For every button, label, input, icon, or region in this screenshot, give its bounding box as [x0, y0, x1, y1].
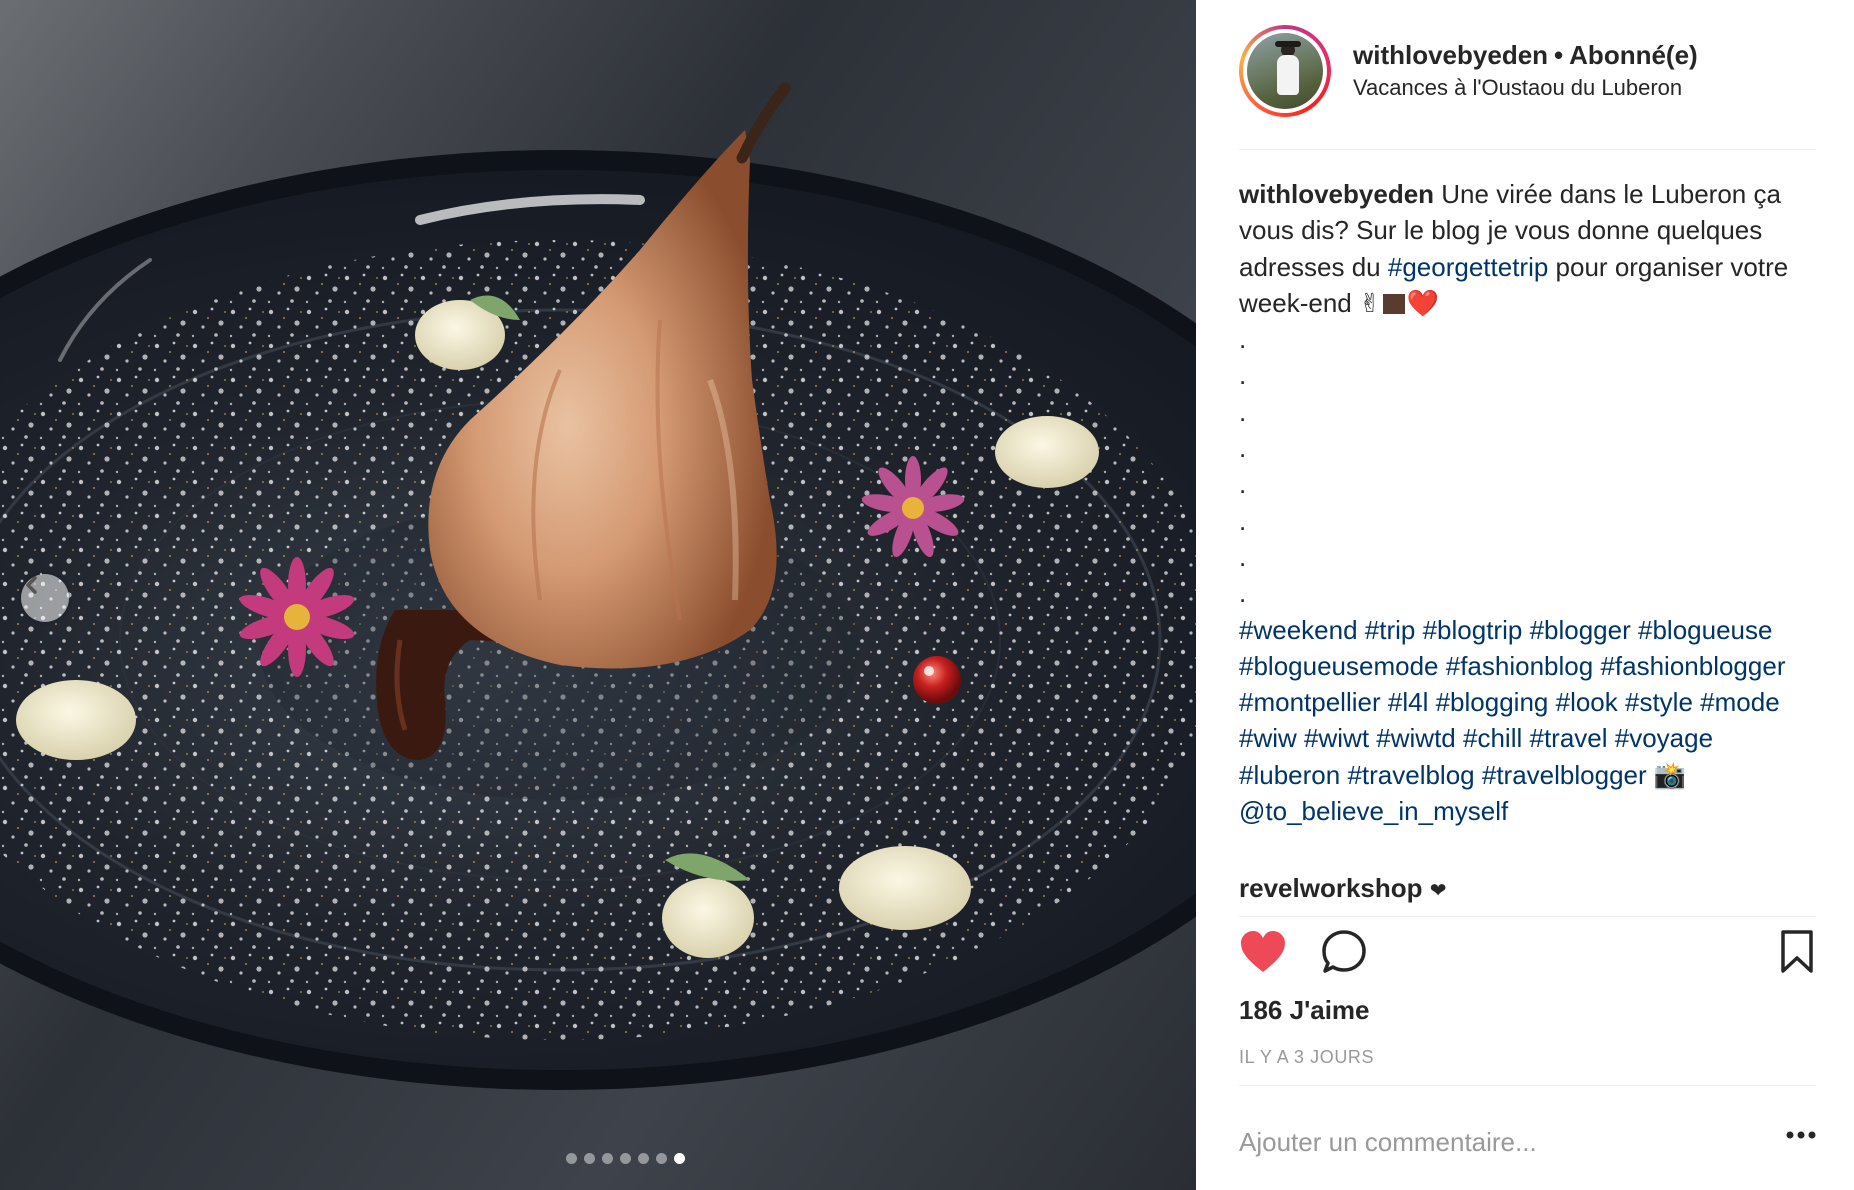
- hashtag-link[interactable]: #blogueuse: [1638, 615, 1772, 645]
- caption-dot-line: .: [1239, 396, 1247, 427]
- avatar: [1247, 32, 1323, 109]
- caption-dot-line: .: [1239, 578, 1247, 609]
- heart-filled-icon[interactable]: [1239, 929, 1287, 975]
- comment-item: revelworkshop ❤: [1239, 870, 1447, 909]
- separator-dot: •: [1554, 39, 1564, 70]
- footer-divider: [1239, 1085, 1816, 1086]
- header-divider: [1239, 149, 1816, 150]
- hashtag-link[interactable]: #wiw: [1239, 723, 1297, 753]
- carousel-indicator: [0, 1153, 1196, 1164]
- dessert-plate-image: [0, 82, 1196, 1090]
- hashtag-link[interactable]: #travel: [1529, 723, 1607, 753]
- camera-emoji-icon: 📸: [1653, 759, 1687, 790]
- comments-divider: [1239, 916, 1816, 917]
- caption-dot-line: .: [1239, 505, 1247, 536]
- caption-dot-line: .: [1239, 433, 1247, 464]
- hashtag-link[interactable]: #wiwtd: [1376, 723, 1455, 753]
- carousel-dot: [601, 1153, 613, 1164]
- carousel-dot: [565, 1153, 577, 1164]
- location-link[interactable]: Vacances à l'Oustaou du Luberon: [1353, 73, 1698, 103]
- comment-text: ❤: [1429, 880, 1447, 902]
- action-bar: [1239, 925, 1816, 981]
- caption-dots: ........: [1239, 321, 1819, 611]
- carousel-dot: [673, 1153, 685, 1164]
- hashtag-georgettetrip[interactable]: #georgettetrip: [1388, 252, 1548, 282]
- caption-dot-line: .: [1239, 541, 1247, 572]
- post-timestamp[interactable]: IL Y A 3 JOURS: [1239, 1044, 1374, 1070]
- author-username[interactable]: withlovebyeden: [1353, 40, 1548, 70]
- caption-dot-line: .: [1239, 324, 1247, 355]
- follow-status[interactable]: Abonné(e): [1569, 40, 1698, 70]
- heart-emoji: ❤️: [1406, 287, 1440, 318]
- hashtag-link[interactable]: #voyage: [1615, 723, 1713, 753]
- hashtag-link[interactable]: #travelblog: [1347, 760, 1474, 790]
- hashtag-list: #weekend #trip #blogtrip #blogger #blogu…: [1239, 615, 1785, 790]
- carousel-dot: [583, 1153, 595, 1164]
- hashtag-link[interactable]: #style: [1625, 687, 1693, 717]
- add-comment-form: [1239, 1122, 1816, 1162]
- previous-slide-button[interactable]: [21, 574, 69, 622]
- caption-dot-line: .: [1239, 360, 1247, 391]
- carousel-dot: [655, 1153, 667, 1164]
- ellipsis-icon[interactable]: [1786, 1130, 1816, 1140]
- hashtag-link[interactable]: #montpellier: [1239, 687, 1381, 717]
- post-header: withlovebyeden • Abonné(e) Vacances à l'Ou…: [1239, 23, 1816, 118]
- post-caption: withlovebyeden Une virée dans le Luberon…: [1239, 176, 1819, 829]
- hashtag-link[interactable]: #trip: [1365, 615, 1416, 645]
- hashtag-link[interactable]: #fashionblog: [1446, 651, 1593, 681]
- chocolate-emoji-icon: [1382, 293, 1405, 314]
- hashtag-link[interactable]: #blogueusemode: [1239, 651, 1439, 681]
- caption-username[interactable]: withlovebyeden: [1239, 179, 1434, 209]
- hashtag-link[interactable]: #blogging: [1436, 687, 1549, 717]
- post-details-panel: withlovebyeden • Abonné(e) Vacances à l'Ou…: [1196, 0, 1854, 1190]
- hashtag-link[interactable]: #fashionblogger: [1600, 651, 1785, 681]
- caption-dot-line: .: [1239, 469, 1247, 500]
- hashtag-link[interactable]: #look: [1556, 687, 1618, 717]
- carousel-dot: [637, 1153, 649, 1164]
- instagram-post: withlovebyeden • Abonné(e) Vacances à l'Ou…: [0, 0, 1854, 1190]
- hashtag-link[interactable]: #weekend: [1239, 615, 1358, 645]
- bookmark-icon[interactable]: [1779, 929, 1815, 975]
- hashtag-link[interactable]: #l4l: [1388, 687, 1428, 717]
- comment-username[interactable]: revelworkshop: [1239, 873, 1423, 903]
- speech-bubble-icon[interactable]: [1321, 929, 1367, 975]
- hashtag-link[interactable]: #chill: [1463, 723, 1522, 753]
- hashtag-link[interactable]: #mode: [1700, 687, 1780, 717]
- hashtag-link[interactable]: #wiwt: [1304, 723, 1369, 753]
- chevron-left-icon: [26, 576, 37, 594]
- hashtag-link[interactable]: #luberon: [1239, 760, 1340, 790]
- hashtag-link[interactable]: #blogtrip: [1423, 615, 1523, 645]
- comment-input[interactable]: [1239, 1126, 1739, 1158]
- post-photo[interactable]: [0, 0, 1196, 1190]
- hashtag-link[interactable]: #travelblogger: [1482, 760, 1647, 790]
- story-ring[interactable]: [1239, 24, 1331, 117]
- hashtag-link[interactable]: #blogger: [1530, 615, 1631, 645]
- carousel-dot: [619, 1153, 631, 1164]
- mention-link[interactable]: @to_believe_in_myself: [1239, 796, 1508, 826]
- like-count[interactable]: 186 J'aime: [1239, 992, 1370, 1028]
